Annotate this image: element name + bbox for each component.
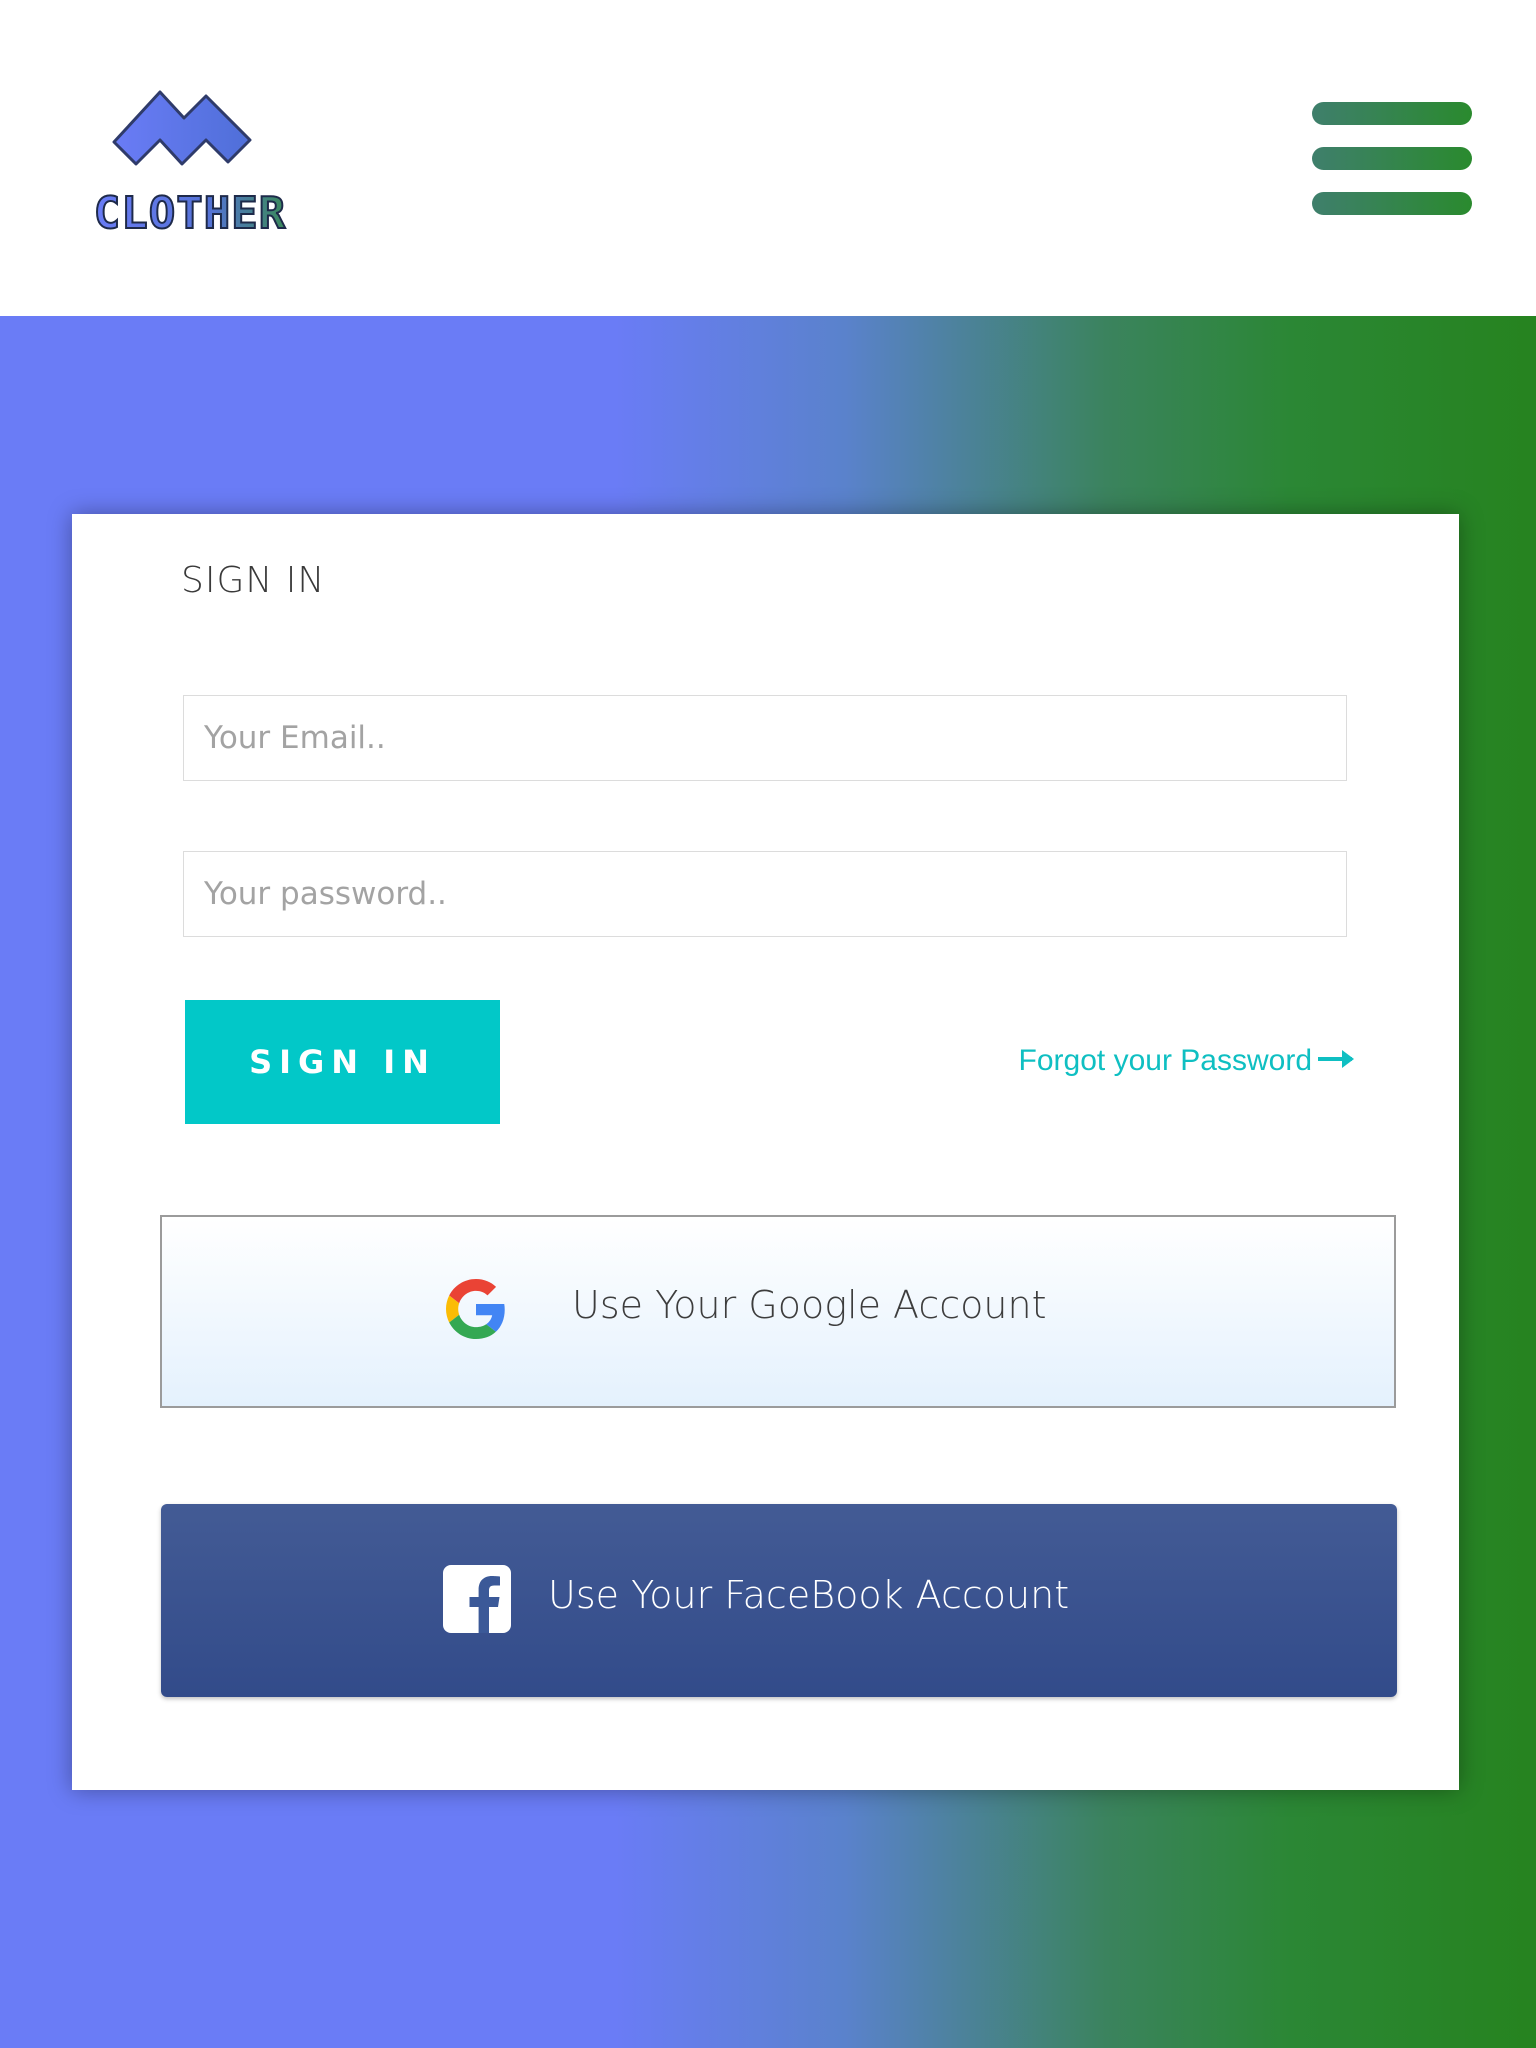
facebook-icon <box>443 1565 511 1633</box>
forgot-password-link[interactable]: Forgot your Password <box>992 1044 1354 1078</box>
password-input[interactable] <box>183 851 1347 937</box>
svg-text:CLOTHER: CLOTHER <box>94 188 286 234</box>
clother-logo[interactable]: CLOTHER <box>58 82 323 234</box>
hamburger-menu-icon[interactable] <box>1310 100 1474 218</box>
google-icon <box>446 1279 506 1339</box>
menu-bar <box>1312 192 1472 215</box>
facebook-signin-button[interactable]: Use Your FaceBook Account <box>161 1504 1397 1697</box>
arrow-right-icon <box>1318 1050 1354 1069</box>
google-signin-button[interactable]: Use Your Google Account <box>160 1215 1396 1408</box>
menu-bar <box>1312 102 1472 125</box>
email-input[interactable] <box>183 695 1347 781</box>
top-header: CLOTHER <box>0 0 1536 316</box>
signin-card: SIGN IN SIGN IN Forgot your Password Use… <box>72 514 1459 1790</box>
google-signin-label: Use Your Google Account <box>572 1283 1047 1327</box>
signin-button[interactable]: SIGN IN <box>185 1000 500 1124</box>
signin-title: SIGN IN <box>181 560 326 601</box>
forgot-password-label: Forgot your Password <box>1018 1044 1312 1077</box>
facebook-signin-label: Use Your FaceBook Account <box>548 1573 1070 1617</box>
menu-bar <box>1312 147 1472 170</box>
